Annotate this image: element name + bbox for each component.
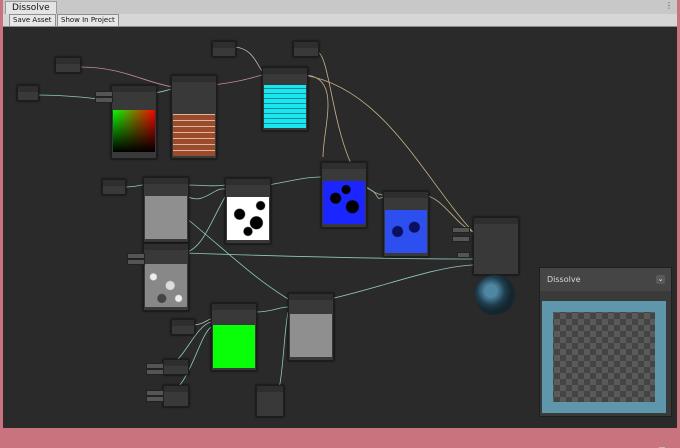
blue-preview xyxy=(323,181,365,224)
vector-node[interactable] xyxy=(163,385,189,407)
chevron-down-icon[interactable]: ⌄ xyxy=(656,275,665,284)
master-sphere-preview xyxy=(475,275,515,315)
property-node[interactable] xyxy=(55,57,81,73)
lerp-node[interactable] xyxy=(288,293,334,361)
wire xyxy=(78,66,174,88)
green-preview xyxy=(213,325,255,368)
multiply-node[interactable] xyxy=(321,162,367,228)
tiling-offset-node[interactable] xyxy=(111,85,157,159)
grey-lerp-preview xyxy=(290,314,332,357)
input-field[interactable] xyxy=(146,369,164,375)
input-field[interactable] xyxy=(95,97,113,103)
input-field[interactable] xyxy=(146,396,164,402)
tab-bar: Dissolve ⋮ xyxy=(3,0,677,15)
input-field[interactable] xyxy=(452,227,470,233)
wire xyxy=(267,176,322,186)
step-node[interactable] xyxy=(225,178,271,244)
property-node[interactable] xyxy=(102,179,126,195)
noise-preview xyxy=(145,264,187,307)
show-in-project-button[interactable]: Show In Project xyxy=(57,14,119,27)
wire xyxy=(184,196,226,254)
input-field[interactable] xyxy=(452,236,470,242)
wire xyxy=(184,188,226,200)
property-node[interactable] xyxy=(171,319,195,335)
uv-preview xyxy=(113,110,155,152)
grey-preview xyxy=(145,196,187,239)
graph-canvas[interactable]: Dissolve ⌄ xyxy=(3,27,677,448)
shader-graph-window: Dissolve ⋮ Save Asset Show In Project Di… xyxy=(3,0,677,448)
save-asset-button[interactable]: Save Asset xyxy=(9,14,56,27)
preview-title: Dissolve xyxy=(547,275,581,284)
preview-header: Dissolve ⌄ xyxy=(540,268,671,291)
brick-preview xyxy=(173,114,215,156)
blue-add-preview xyxy=(385,210,427,253)
property-node[interactable] xyxy=(17,85,39,101)
window-menu-icon[interactable]: ⋮ xyxy=(665,2,673,10)
preview-render xyxy=(542,301,666,413)
tab-dissolve[interactable]: Dissolve xyxy=(5,1,57,15)
main-preview-panel[interactable]: Dissolve ⌄ xyxy=(539,267,672,417)
time-node[interactable] xyxy=(256,385,284,417)
wire xyxy=(232,46,263,72)
toolbar: Save Asset Show In Project xyxy=(3,14,677,27)
pbr-master-node[interactable] xyxy=(473,217,519,275)
add-node[interactable] xyxy=(383,191,429,257)
noise-node[interactable] xyxy=(143,243,189,311)
step-node[interactable] xyxy=(143,177,189,243)
wire xyxy=(192,318,212,326)
wire xyxy=(254,306,289,313)
wire xyxy=(122,184,144,188)
wire xyxy=(329,264,474,300)
vector-node[interactable] xyxy=(163,359,189,375)
cyan-preview xyxy=(264,85,306,128)
sample-texture-node[interactable] xyxy=(171,75,217,159)
wire xyxy=(212,74,263,86)
input-field[interactable] xyxy=(457,252,470,258)
property-node[interactable] xyxy=(212,41,236,57)
mask-preview xyxy=(227,197,269,240)
input-field[interactable] xyxy=(127,259,145,265)
property-node[interactable] xyxy=(293,41,319,57)
multiply-node[interactable] xyxy=(262,67,308,131)
dissolve-frame xyxy=(542,301,666,413)
wire xyxy=(184,184,226,187)
color-node[interactable] xyxy=(211,303,257,371)
